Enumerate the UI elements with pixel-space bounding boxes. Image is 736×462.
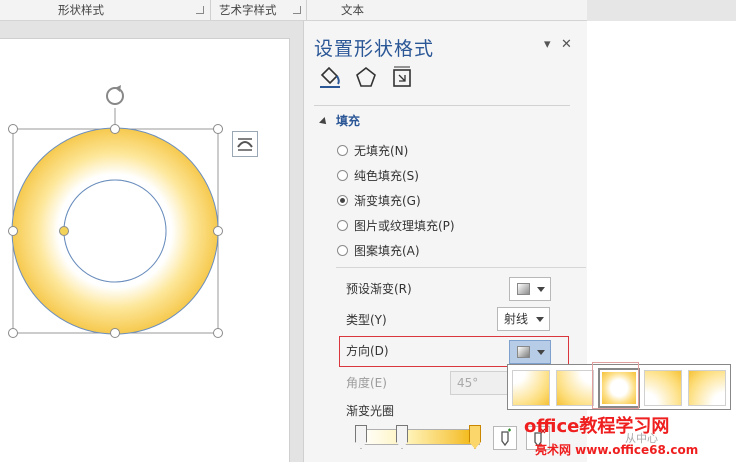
gradient-stop-3[interactable]	[469, 425, 481, 449]
chevron-down-icon	[537, 350, 545, 355]
pane-divider	[314, 105, 570, 106]
pane-tabs	[318, 65, 418, 91]
selected-donut-shape[interactable]	[0, 80, 290, 350]
chevron-down-icon	[537, 287, 545, 292]
gradient-type-value: 射线	[504, 312, 529, 326]
add-stop-icon	[501, 428, 511, 447]
radio-label: 图案填充(A)	[354, 244, 420, 258]
resize-handle-bottom-right[interactable]	[213, 328, 223, 338]
direction-label: 方向(D)	[346, 344, 389, 358]
direction-from-bottom-left[interactable]	[644, 370, 682, 406]
layout-options-icon	[237, 138, 253, 151]
ribbon-group-labels: 形状样式 艺术字样式 文本	[0, 0, 587, 21]
size-properties-tab-icon[interactable]	[390, 65, 414, 89]
radio-circle-icon	[337, 170, 348, 181]
effects-tab-icon[interactable]	[354, 65, 378, 89]
gradient-stops-label: 渐变光圈	[346, 404, 395, 418]
ribbon-group-shape-styles: 形状样式	[58, 3, 104, 17]
pane-options-icon[interactable]: ▾	[544, 37, 551, 52]
ribbon-group-wordart-styles: 艺术字样式	[219, 3, 277, 17]
resize-handle-bottom[interactable]	[110, 328, 120, 338]
angle-input[interactable]: 45°	[450, 371, 508, 395]
direction-from-bottom-right[interactable]	[688, 370, 726, 406]
direction-from-top-right[interactable]	[556, 370, 594, 406]
type-label: 类型(Y)	[346, 313, 387, 327]
resize-handle-top[interactable]	[110, 124, 120, 134]
adjust-handle-yellow[interactable]	[59, 226, 69, 236]
radio-label: 无填充(N)	[354, 144, 409, 158]
layout-options-button[interactable]	[232, 131, 258, 157]
angle-label: 角度(E)	[346, 376, 387, 390]
gradient-type-select[interactable]: 射线	[497, 307, 550, 331]
radio-solid-fill[interactable]: 纯色填充(S)	[337, 167, 419, 185]
radio-circle-icon	[337, 220, 348, 231]
pane-close-icon[interactable]: ✕	[561, 37, 572, 52]
direction-dropdown[interactable]	[509, 340, 551, 364]
gradient-stops-bar[interactable]	[360, 429, 480, 445]
ribbon-group-text: 文本	[341, 3, 364, 17]
wordart-styles-launcher-icon[interactable]	[293, 6, 301, 14]
radio-picture-texture-fill[interactable]: 图片或纹理填充(P)	[337, 217, 455, 235]
fill-section-label: 填充	[336, 114, 361, 128]
resize-handle-right[interactable]	[213, 226, 223, 236]
gradient-swatch-icon	[517, 346, 530, 358]
ribbon-separator	[306, 0, 307, 20]
direction-from-top-left[interactable]	[512, 370, 550, 406]
resize-handle-left[interactable]	[8, 226, 18, 236]
gradient-options-divider	[336, 267, 586, 268]
radio-circle-icon	[337, 145, 348, 156]
radio-gradient-fill[interactable]: 渐变填充(G)	[337, 192, 421, 210]
add-gradient-stop-button[interactable]	[493, 426, 517, 450]
radio-pattern-fill[interactable]: 图案填充(A)	[337, 242, 420, 260]
gradient-stop-2[interactable]	[396, 425, 408, 449]
radio-label: 渐变填充(G)	[354, 194, 421, 208]
radio-selected-icon	[337, 195, 348, 206]
watermark-line-2: 亮术网 www.office68.com	[535, 443, 699, 457]
gradient-stop-1[interactable]	[355, 425, 367, 449]
pane-title: 设置形状格式	[314, 38, 435, 60]
fill-section-header[interactable]: 填充	[319, 112, 361, 129]
collapse-arrow-icon	[319, 117, 329, 127]
resize-handle-bottom-left[interactable]	[8, 328, 18, 338]
radio-no-fill[interactable]: 无填充(N)	[337, 142, 408, 160]
rotate-handle-icon[interactable]	[106, 85, 124, 105]
resize-handle-top-left[interactable]	[8, 124, 18, 134]
radio-label: 纯色填充(S)	[354, 169, 419, 183]
preset-gradients-label: 预设渐变(R)	[346, 282, 412, 296]
gradient-swatch-icon	[517, 283, 530, 295]
radio-label: 图片或纹理填充(P)	[354, 219, 455, 233]
donut-inner-hole	[63, 179, 167, 283]
chevron-down-icon	[536, 317, 544, 322]
shape-styles-launcher-icon[interactable]	[196, 6, 204, 14]
watermark-line-1: office教程学习网	[524, 416, 670, 437]
ribbon-separator	[210, 0, 211, 20]
preset-gradients-dropdown[interactable]	[509, 277, 551, 301]
selected-swatch-frame	[592, 362, 639, 409]
radio-circle-icon	[337, 245, 348, 256]
fill-line-tab-icon[interactable]	[318, 65, 342, 89]
resize-handle-top-right[interactable]	[213, 124, 223, 134]
